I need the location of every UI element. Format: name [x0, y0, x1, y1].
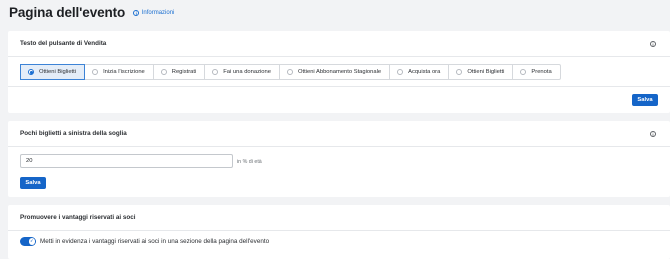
member-benefits-toggle[interactable]: ✓: [20, 237, 36, 246]
option-acquista-ora[interactable]: Acquista ora: [390, 65, 450, 79]
page-header: Pagina dell'evento i Informazioni: [9, 3, 174, 21]
radio-icon: [520, 69, 527, 75]
card-title: Pochi biglietti a sinistra della soglia: [20, 130, 127, 137]
radio-icon: [92, 69, 99, 75]
radio-icon: [456, 69, 463, 75]
option-label: Prenota: [531, 69, 552, 75]
threshold-input[interactable]: 20: [20, 154, 233, 168]
radio-icon: [28, 69, 34, 75]
member-benefits-card: Promuovere i vantaggi riservati ai soci …: [8, 205, 670, 259]
option-ottieni-biglietti[interactable]: Ottieni Biglietti: [20, 64, 86, 80]
option-label: Fai una donazione: [223, 69, 271, 75]
info-icon: i: [133, 10, 140, 16]
threshold-suffix: in % di età: [237, 159, 262, 165]
option-label: Acquista ora: [408, 69, 441, 75]
info-link-label: Informazioni: [141, 10, 175, 16]
card-title: Testo del pulsante di Vendita: [20, 40, 107, 47]
option-registrati[interactable]: Registrati: [154, 65, 206, 79]
check-icon: ✓: [28, 238, 35, 245]
radio-icon: [286, 69, 293, 75]
option-label: Ottieni Biglietti: [39, 69, 77, 75]
radio-icon: [160, 69, 167, 75]
radio-icon: [212, 69, 219, 75]
sell-button-options: Ottieni Biglietti Inizia l'iscrizione Re…: [20, 64, 561, 80]
option-label: Inizia l'iscrizione: [103, 69, 145, 75]
card-header: Promuovere i vantaggi riservati ai soci: [8, 205, 670, 231]
member-benefits-toggle-row: ✓ Metti in evidenza i vantaggi riservati…: [20, 237, 269, 246]
option-inizia-iscrizione[interactable]: Inizia l'iscrizione: [85, 65, 154, 79]
sell-button-text-card: Testo del pulsante di Vendita i Ottieni …: [8, 31, 670, 113]
toggle-label: Metti in evidenza i vantaggi riservati a…: [40, 237, 270, 245]
radio-icon: [397, 69, 404, 75]
card-title: Promuovere i vantaggi riservati ai soci: [20, 214, 136, 221]
save-button[interactable]: Salva: [632, 94, 658, 106]
card-header: Pochi biglietti a sinistra della soglia …: [8, 121, 670, 147]
option-prenota[interactable]: Prenota: [513, 65, 559, 79]
option-ottieni-biglietti-2[interactable]: Ottieni Biglietti: [449, 65, 514, 79]
info-icon[interactable]: i: [650, 40, 656, 47]
divider: [8, 86, 670, 87]
info-link[interactable]: i Informazioni: [133, 10, 174, 16]
page-title: Pagina dell'evento: [9, 4, 126, 20]
low-tickets-threshold-card: Pochi biglietti a sinistra della soglia …: [8, 121, 670, 197]
option-label: Ottieni Abbonamento Stagionale: [297, 69, 382, 75]
option-abbonamento-stagionale[interactable]: Ottieni Abbonamento Stagionale: [280, 65, 391, 79]
info-icon[interactable]: i: [650, 130, 656, 137]
save-button[interactable]: Salva: [20, 177, 46, 189]
card-header: Testo del pulsante di Vendita i: [8, 31, 670, 57]
option-fai-donazione[interactable]: Fai una donazione: [205, 65, 280, 79]
option-label: Registrati: [171, 69, 197, 75]
option-label: Ottieni Biglietti: [467, 69, 505, 75]
